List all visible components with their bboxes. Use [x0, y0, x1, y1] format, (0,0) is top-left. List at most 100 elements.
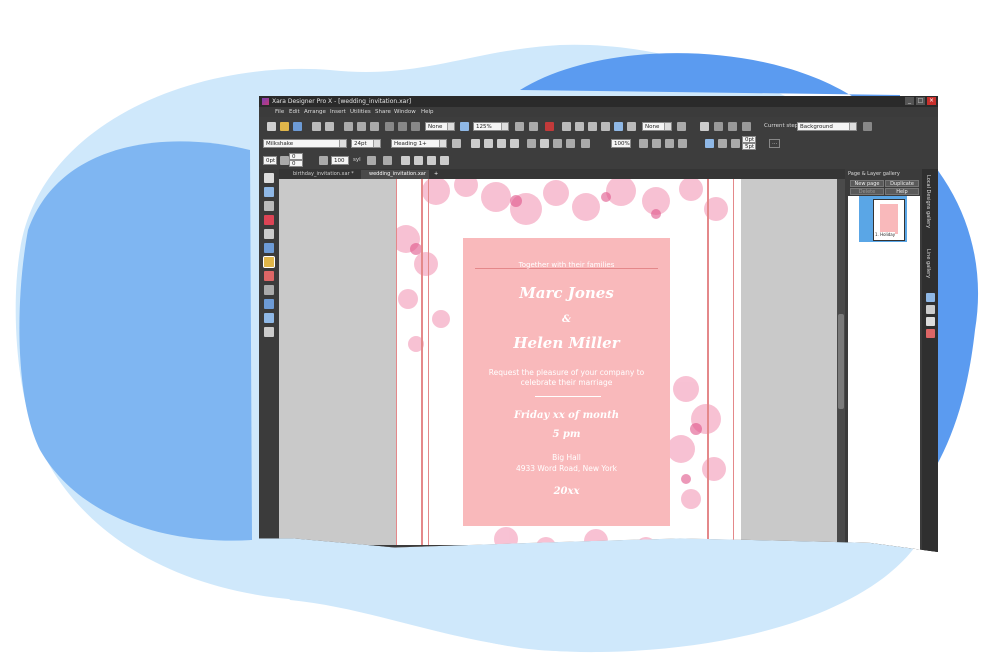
menu-window[interactable]: Window	[394, 107, 416, 117]
group-icon[interactable]	[588, 122, 597, 131]
underline-icon[interactable]	[497, 139, 506, 148]
bold-icon[interactable]	[471, 139, 480, 148]
gallery-icon-3[interactable]	[926, 317, 935, 326]
node-tool-icon[interactable]	[264, 187, 274, 197]
transparency-tool-icon[interactable]	[264, 285, 274, 295]
style-menu-icon[interactable]	[452, 139, 461, 148]
arrow-right-icon[interactable]	[677, 122, 686, 131]
menu-insert[interactable]: Insert	[330, 107, 346, 117]
photo-tool-icon[interactable]	[264, 327, 274, 337]
strikethrough-icon[interactable]	[510, 139, 519, 148]
page-thumbnail-selected[interactable]: 1. Holiday	[859, 196, 907, 242]
new-document-icon[interactable]	[267, 122, 276, 131]
pen-tool-icon[interactable]	[264, 229, 274, 239]
case-icon[interactable]	[427, 156, 436, 165]
gallery-icon-4[interactable]	[926, 329, 935, 338]
export-icon[interactable]	[325, 122, 334, 131]
open-icon[interactable]	[280, 122, 289, 131]
vertical-scrollbar[interactable]	[837, 179, 845, 552]
text-scale-icon[interactable]	[581, 139, 590, 148]
quality-select[interactable]: None	[425, 122, 455, 131]
undo-icon[interactable]	[385, 122, 394, 131]
hyphenate-icon[interactable]	[367, 156, 376, 165]
space-below-input[interactable]: 5pt	[742, 143, 756, 150]
knife-icon[interactable]	[742, 122, 751, 131]
menu-arrange[interactable]: Arrange	[304, 107, 326, 117]
feather-select[interactable]: None	[642, 122, 672, 131]
paste-icon[interactable]	[370, 122, 379, 131]
eraser-tool-icon[interactable]	[264, 215, 274, 225]
new-page-button[interactable]: New page	[850, 180, 884, 187]
small-caps-icon[interactable]	[414, 156, 423, 165]
menu-utilities[interactable]: Utilities	[350, 107, 371, 117]
align-right-icon[interactable]	[553, 139, 562, 148]
columns-icon[interactable]	[383, 156, 392, 165]
clear-step-icon[interactable]	[863, 122, 872, 131]
bevel-tool-icon[interactable]	[264, 313, 274, 323]
selector-tool-icon[interactable]	[264, 173, 274, 183]
contour-icon[interactable]	[614, 122, 623, 131]
rectangle-tool-icon[interactable]	[264, 243, 274, 253]
tab-wedding-invitation[interactable]: wedding_invitation.xar	[361, 170, 429, 179]
menu-help[interactable]: Help	[421, 107, 434, 117]
menu-edit[interactable]: Edit	[289, 107, 300, 117]
scrollbar-thumb[interactable]	[838, 314, 844, 409]
font-size-select[interactable]: 24pt	[351, 139, 381, 148]
menu-file[interactable]: File	[275, 107, 284, 117]
justify-icon[interactable]	[566, 139, 575, 148]
spell-check-icon[interactable]	[705, 139, 714, 148]
para-top-input[interactable]: 0	[289, 153, 303, 160]
zoom-tool-icon[interactable]	[264, 201, 274, 211]
align-center-icon[interactable]	[540, 139, 549, 148]
pen-icon[interactable]	[700, 122, 709, 131]
magnet-icon[interactable]	[545, 122, 554, 131]
indent-input[interactable]: 0pt	[263, 156, 277, 165]
text-style-select[interactable]: Heading 1+	[391, 139, 447, 148]
current-step-select[interactable]: Background	[797, 122, 857, 131]
zoom-previous-icon[interactable]	[515, 122, 524, 131]
zoom-page-icon[interactable]	[529, 122, 538, 131]
copy-icon[interactable]	[357, 122, 366, 131]
menu-share[interactable]: Share	[375, 107, 391, 117]
save-icon[interactable]	[293, 122, 302, 131]
minimize-button[interactable]: _	[905, 97, 914, 105]
tab-line-gallery[interactable]: Line gallery	[925, 249, 931, 278]
bring-front-icon[interactable]	[562, 122, 571, 131]
space-above-input[interactable]: 0pt	[742, 136, 756, 143]
close-button[interactable]: ×	[927, 97, 936, 105]
baseline-icon[interactable]	[718, 139, 727, 148]
tracking-icon[interactable]	[319, 156, 328, 165]
italic-icon[interactable]	[484, 139, 493, 148]
help-button[interactable]: Help	[885, 188, 919, 195]
outdent-icon[interactable]	[678, 139, 687, 148]
invitation-card[interactable]: Together with their families Marc Jones …	[463, 238, 670, 526]
combine-icon[interactable]	[601, 122, 610, 131]
subscript-icon[interactable]	[440, 156, 449, 165]
number-list-icon[interactable]	[652, 139, 661, 148]
delete-button[interactable]: Delete	[850, 188, 884, 195]
bullet-list-icon[interactable]	[639, 139, 648, 148]
import-icon[interactable]	[312, 122, 321, 131]
tab-local-designs-gallery[interactable]: Local Designs gallery	[925, 175, 931, 228]
redo-icon[interactable]	[398, 122, 407, 131]
more-options-button[interactable]: ...	[769, 139, 781, 148]
bitmap-icon[interactable]	[627, 122, 636, 131]
font-select[interactable]: Milkshake	[263, 139, 347, 148]
send-back-icon[interactable]	[575, 122, 584, 131]
zoom-icon[interactable]	[460, 122, 469, 131]
para-bottom-input[interactable]: 0	[289, 160, 303, 167]
align-left-icon[interactable]	[527, 139, 536, 148]
brush-icon[interactable]	[714, 122, 723, 131]
zoom-select[interactable]: 125%	[473, 122, 509, 131]
shadow-tool-icon[interactable]	[264, 299, 274, 309]
line-spacing-icon[interactable]	[731, 139, 740, 148]
maximize-button[interactable]: □	[916, 97, 925, 105]
text-fx-icon[interactable]	[401, 156, 410, 165]
cut-icon[interactable]	[344, 122, 353, 131]
new-tab-button[interactable]: +	[432, 170, 442, 179]
text-tool-icon[interactable]	[263, 256, 275, 268]
text-scale-input[interactable]: 100%	[611, 139, 631, 148]
gallery-icon-2[interactable]	[926, 305, 935, 314]
indent-icon[interactable]	[665, 139, 674, 148]
gallery-icon-1[interactable]	[926, 293, 935, 302]
